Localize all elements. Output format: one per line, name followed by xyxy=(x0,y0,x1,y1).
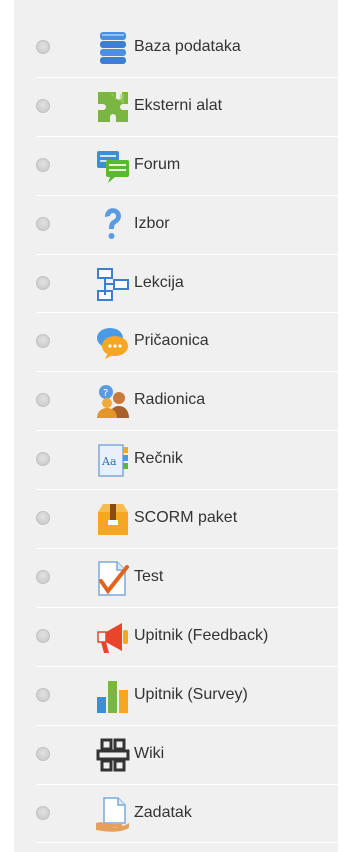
radio-button[interactable] xyxy=(36,511,50,526)
activity-label: Lekcija xyxy=(134,273,184,291)
puzzle-icon xyxy=(94,88,132,126)
radio-button[interactable] xyxy=(36,687,50,702)
scorm-icon xyxy=(94,500,132,538)
activity-chooser-panel: Baza podataka Eksterni alat Forum Izbor xyxy=(14,0,343,852)
activity-option-survey[interactable]: Upitnik (Survey) xyxy=(36,667,343,726)
assignment-icon xyxy=(94,795,132,833)
activity-label: Pričaonica xyxy=(134,332,209,350)
activity-option-workshop[interactable]: ? Radionica xyxy=(36,372,343,432)
radio-button[interactable] xyxy=(36,746,50,761)
activity-label: SCORM paket xyxy=(134,509,238,527)
glossary-icon: Aa xyxy=(94,441,132,479)
activity-option-scorm[interactable]: SCORM paket xyxy=(36,490,343,550)
activity-option-wiki[interactable]: Wiki xyxy=(36,726,343,785)
activity-label: Rečnik xyxy=(134,450,183,468)
lesson-icon xyxy=(94,265,132,303)
activity-option-forum[interactable]: Forum xyxy=(36,137,343,196)
chat-icon xyxy=(94,323,132,361)
radio-button[interactable] xyxy=(36,157,50,172)
database-icon xyxy=(94,29,132,67)
activity-label: Radionica xyxy=(134,391,206,409)
activity-label: Eksterni alat xyxy=(134,96,223,114)
activity-option-assignment[interactable]: Zadatak xyxy=(36,785,343,844)
radio-button[interactable] xyxy=(36,216,50,231)
wiki-icon xyxy=(94,736,132,774)
activity-option-feedback[interactable]: Upitnik (Feedback) xyxy=(36,608,343,667)
question-icon xyxy=(94,206,132,244)
activity-label: Baza podataka xyxy=(134,38,241,55)
radio-button[interactable] xyxy=(36,98,50,113)
forum-icon xyxy=(94,147,132,185)
activity-label: Zadatak xyxy=(134,803,192,821)
activity-list: Baza podataka Eksterni alat Forum Izbor xyxy=(36,19,343,844)
radio-button[interactable] xyxy=(36,805,50,820)
radio-button[interactable] xyxy=(36,452,50,467)
activity-option-database[interactable]: Baza podataka xyxy=(36,19,343,78)
radio-button[interactable] xyxy=(36,570,50,585)
megaphone-icon xyxy=(94,618,132,656)
activity-label: Upitnik (Feedback) xyxy=(134,626,269,644)
activity-option-chat[interactable]: Pričaonica xyxy=(36,313,343,373)
activity-option-quiz[interactable]: Test xyxy=(36,549,343,608)
svg-text:Aa: Aa xyxy=(101,455,117,468)
activity-label: Wiki xyxy=(134,744,165,762)
radio-button[interactable] xyxy=(36,40,50,54)
workshop-icon: ? xyxy=(94,382,132,420)
activity-option-lesson[interactable]: Lekcija xyxy=(36,255,343,314)
activity-label: Upitnik (Survey) xyxy=(134,685,248,703)
radio-button[interactable] xyxy=(36,275,50,290)
quiz-icon xyxy=(94,559,132,597)
activity-label: Test xyxy=(134,568,164,586)
radio-button[interactable] xyxy=(36,393,50,408)
activity-label: Izbor xyxy=(134,214,170,232)
activity-option-choice[interactable]: Izbor xyxy=(36,196,343,255)
radio-button[interactable] xyxy=(36,334,50,349)
activity-label: Forum xyxy=(134,155,181,173)
radio-button[interactable] xyxy=(36,628,50,643)
activity-option-glossary[interactable]: Aa Rečnik xyxy=(36,431,343,491)
svg-text:?: ? xyxy=(103,388,108,399)
activity-option-external-tool[interactable]: Eksterni alat xyxy=(36,78,343,137)
survey-chart-icon xyxy=(94,677,132,715)
